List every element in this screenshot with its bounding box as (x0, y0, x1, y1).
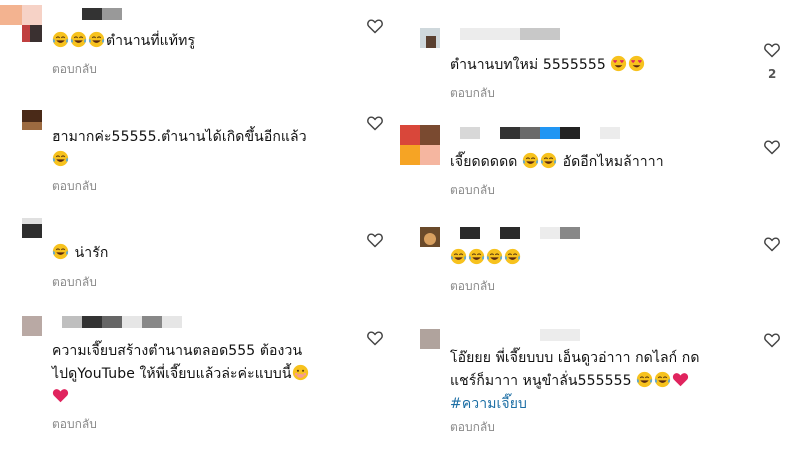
hush-emoji (292, 364, 309, 381)
like-heart-icon[interactable] (366, 232, 384, 248)
laugh-cry-emoji (504, 248, 521, 265)
comment-text: เจี๊ยดดดดด อัดอีกไหมล้าาาา (450, 151, 664, 174)
comment-text (450, 247, 522, 270)
username-redacted[interactable] (62, 8, 122, 20)
like-heart-icon[interactable] (763, 236, 781, 252)
laugh-cry-emoji (52, 31, 69, 48)
username-redacted[interactable] (460, 329, 580, 341)
comment-text: ตำนานที่แท้ทรู (52, 30, 195, 53)
comment-text-content: เจี๊ยดดดดด (450, 154, 518, 170)
avatar-top-strip (0, 5, 42, 25)
avatar[interactable] (22, 22, 42, 42)
like-heart-icon[interactable] (366, 115, 384, 131)
comment-text-line: ความเจี๊ยบสร้างตำนานตลอด555 ต้องวน (52, 343, 303, 359)
reply-link[interactable]: ตอบกลับ (450, 84, 495, 103)
comment-item: โอ๊ยยย พี่เจี๊ยบบบ เอ็นดูวอ่าาา กดไลก์ ก… (400, 315, 800, 450)
laugh-cry-emoji (70, 31, 87, 48)
laugh-cry-emoji (486, 248, 503, 265)
reply-link[interactable]: ตอบกลับ (52, 60, 97, 79)
like-count: 2 (768, 67, 777, 81)
comment-text-content: ตำนานที่แท้ทรู (106, 33, 196, 49)
laugh-cry-emoji (636, 371, 653, 388)
red-heart-icon (52, 387, 69, 404)
comment-text: โอ๊ยยย พี่เจี๊ยบบบ เอ็นดูวอ่าาา กดไลก์ ก… (450, 347, 700, 416)
avatar[interactable] (420, 28, 440, 48)
hashtag-link[interactable]: #ความเจี๊ยบ (450, 396, 527, 412)
like-heart-icon[interactable] (366, 18, 384, 34)
avatar[interactable] (22, 316, 42, 336)
like-heart-icon[interactable] (763, 332, 781, 348)
comment-item: น่ารัก ตอบกลับ (0, 210, 400, 310)
comment-item: ความเจี๊ยบสร้างตำนานตลอด555 ต้องวน ไปดูY… (0, 310, 400, 450)
comment-text-content: ฮามากค่ะ55555.ตำนานได้เกิดขึ้นอีกแล้ว (52, 129, 307, 145)
comment-item: ตอบกลับ (400, 215, 800, 315)
username-redacted[interactable] (460, 28, 560, 40)
comment-text-line: แชร์ก็มาาา หนูขำลั่น555555 (450, 373, 632, 389)
username-redacted[interactable] (460, 127, 620, 139)
reply-link[interactable]: ตอบกลับ (450, 181, 495, 200)
reply-link[interactable]: ตอบกลับ (52, 415, 97, 434)
laugh-cry-emoji (52, 243, 69, 260)
comment-item: เจี๊ยดดดดด อัดอีกไหมล้าาาา ตอบกลับ (400, 115, 800, 215)
avatar[interactable] (22, 218, 42, 238)
reply-link[interactable]: ตอบกลับ (450, 418, 495, 437)
laugh-cry-emoji (52, 150, 69, 167)
comment-item: ตำนานบทใหม่ 5555555 ตอบกลับ 2 (400, 0, 800, 115)
reply-link[interactable]: ตอบกลับ (450, 277, 495, 296)
comment-item: ฮามากค่ะ55555.ตำนานได้เกิดขึ้นอีกแล้ว ตอ… (0, 100, 400, 210)
laugh-cry-emoji (88, 31, 105, 48)
comment-text: ตำนานบทใหม่ 5555555 (450, 54, 646, 77)
comment-text-line: ไปดูYouTube ให้พี่เจี๊ยบแล้วล่ะค่ะแบบนี้ (52, 366, 292, 382)
username-redacted[interactable] (460, 227, 580, 239)
username-redacted[interactable] (62, 316, 182, 328)
avatar[interactable] (420, 329, 440, 349)
avatar[interactable] (22, 110, 42, 130)
comment-text-content: ตำนานบทใหม่ 5555555 (450, 57, 606, 73)
laugh-cry-emoji (654, 371, 671, 388)
heart-eyes-emoji (628, 55, 645, 72)
left-comment-column: ตำนานที่แท้ทรู ตอบกลับ ฮามากค่ะ55555.ตำน… (0, 0, 400, 450)
avatar[interactable] (420, 227, 440, 247)
reply-link[interactable]: ตอบกลับ (52, 177, 97, 196)
comment-text: น่ารัก (52, 242, 108, 265)
comment-text-content: น่ารัก (74, 245, 109, 261)
laugh-cry-emoji (468, 248, 485, 265)
reply-link[interactable]: ตอบกลับ (52, 273, 97, 292)
comment-text-content: อัดอีกไหมล้าาาา (562, 154, 664, 170)
laugh-cry-emoji (522, 152, 539, 169)
like-heart-icon[interactable] (763, 42, 781, 58)
comment-text: ฮามากค่ะ55555.ตำนานได้เกิดขึ้นอีกแล้ว (52, 126, 307, 172)
avatar[interactable] (400, 125, 440, 165)
like-heart-icon[interactable] (366, 330, 384, 346)
comment-text-line: โอ๊ยยย พี่เจี๊ยบบบ เอ็นดูวอ่าาา กดไลก์ ก… (450, 350, 700, 366)
laugh-cry-emoji (540, 152, 557, 169)
heart-eyes-emoji (610, 55, 627, 72)
red-heart-icon (672, 371, 689, 388)
comment-item: ตำนานที่แท้ทรู ตอบกลับ (0, 0, 400, 100)
comment-text: ความเจี๊ยบสร้างตำนานตลอด555 ต้องวน ไปดูY… (52, 340, 310, 409)
right-comment-column: ตำนานบทใหม่ 5555555 ตอบกลับ 2 เจี๊ยดดดดด (400, 0, 800, 450)
like-heart-icon[interactable] (763, 139, 781, 155)
laugh-cry-emoji (450, 248, 467, 265)
